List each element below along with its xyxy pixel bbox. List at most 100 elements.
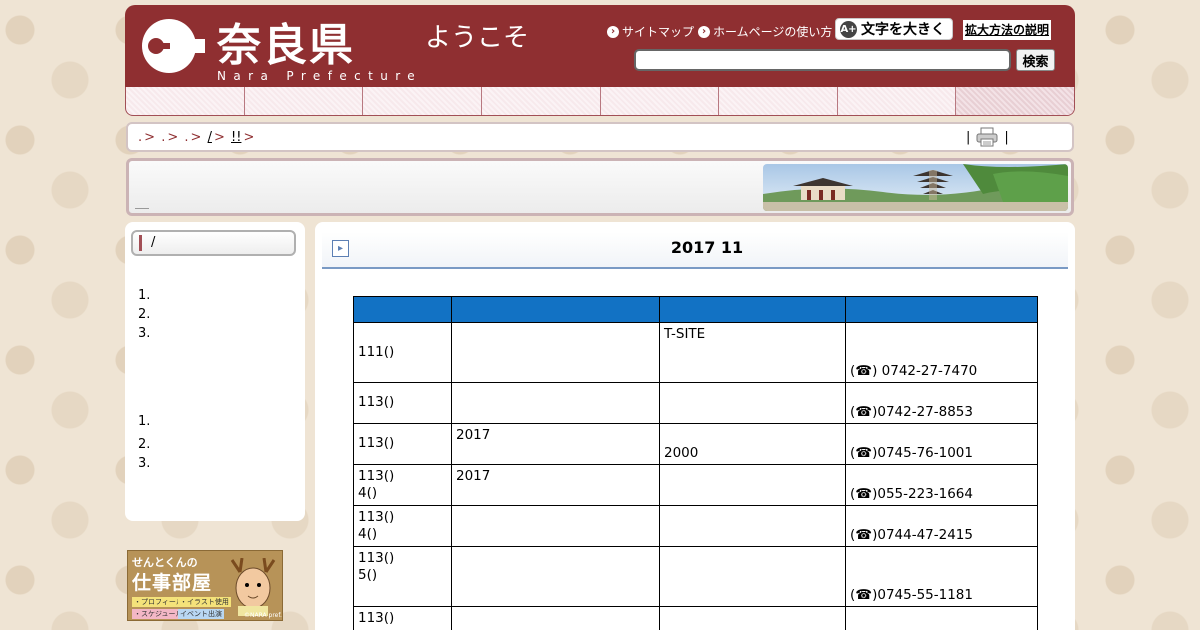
- table-cell: 2017: [451, 423, 660, 465]
- nav-item[interactable]: [482, 87, 601, 115]
- table-cell: [451, 546, 660, 607]
- banner-tag: ・プロフィール: [132, 597, 185, 607]
- nav-item[interactable]: [245, 87, 364, 115]
- table-cell: 2017: [451, 464, 660, 506]
- print-group: | |: [966, 127, 1009, 147]
- sidebar-list: 1. 2. 3.: [138, 288, 150, 345]
- pipe-divider: |: [966, 129, 971, 145]
- breadcrumb-link[interactable]: .: [161, 130, 165, 145]
- cell-date: 113(): [358, 549, 395, 566]
- sidebar-list: 1. 2. 3.: [138, 414, 150, 475]
- page-heading: ▸ 2017 11: [322, 232, 1068, 269]
- main-content: ▸ 2017 11 111() T-SITE (☎) 0742-27-7470 113…: [315, 222, 1075, 630]
- nav-item[interactable]: [363, 87, 482, 115]
- list-item[interactable]: 1.: [138, 414, 150, 437]
- breadcrumb-separator: >: [213, 130, 225, 145]
- list-item[interactable]: 3.: [138, 326, 150, 345]
- nav-item[interactable]: [719, 87, 838, 115]
- breadcrumb-separator: >: [144, 130, 156, 145]
- enlarge-text-label: 文字を大きく: [861, 22, 945, 38]
- breadcrumb-link[interactable]: /: [208, 130, 212, 145]
- cell-date: 111(): [358, 343, 395, 360]
- temple-photo: [763, 164, 1068, 211]
- sentokun-character-icon: [230, 558, 276, 616]
- table-row: 113() 4() (☎)0744-47-2415: [353, 505, 1038, 547]
- nav-item[interactable]: [601, 87, 720, 115]
- enlarge-help-link[interactable]: 拡大方法の説明: [963, 20, 1051, 40]
- pipe-divider: |: [1004, 129, 1009, 145]
- breadcrumb-bar: . > . > . > / > !! > | |: [126, 122, 1074, 152]
- table-cell: (☎)0745-76-1001: [845, 423, 1038, 465]
- logo-subtitle: Nara Prefecture: [217, 69, 423, 83]
- table-row: 113() 2017 2000 (☎)0745-76-1001: [353, 423, 1038, 465]
- banner-tag: ・スケジュール: [132, 609, 185, 619]
- breadcrumb: . > . > . > / > !! >: [138, 130, 256, 145]
- table-cell: 113() 4(): [353, 464, 452, 506]
- table-row: 113() 5() (☎)0745-55-1181: [353, 546, 1038, 607]
- cell-contact: (☎)0745-76-1001: [850, 444, 973, 461]
- nara-logo-icon[interactable]: [139, 17, 205, 75]
- cell-date: 113(): [358, 394, 395, 410]
- column-header: [353, 296, 452, 323]
- list-item[interactable]: 1.: [138, 288, 150, 307]
- sentokun-banner[interactable]: せんとくんの 仕事部屋 ・プロフィール ・イラスト使用 ・スケジュール イベント…: [127, 550, 283, 621]
- cell-date: 113(): [358, 609, 395, 626]
- table-cell: 113(): [353, 606, 452, 630]
- banner-tab: [135, 208, 149, 212]
- table-row: 111() T-SITE (☎) 0742-27-7470: [353, 322, 1038, 383]
- table-cell: (☎)0742-27-8853: [845, 382, 1038, 424]
- table-cell: [451, 382, 660, 424]
- breadcrumb-link[interactable]: .: [138, 130, 142, 145]
- enlarge-text-button[interactable]: A+ 文字を大きく: [835, 18, 953, 40]
- search-input[interactable]: [634, 49, 1011, 71]
- table-row: 113() (☎)0742-27-8853: [353, 382, 1038, 424]
- cell-event-name: 2017: [456, 426, 491, 443]
- cell-contact: (☎)055-223-1664: [850, 485, 973, 502]
- event-table: 111() T-SITE (☎) 0742-27-7470 113() (☎)0742-…: [353, 296, 1038, 630]
- cell-date: 113(): [358, 508, 395, 525]
- text-enlarge-icon: A+: [840, 20, 857, 38]
- welcome-text: ようこそ: [425, 23, 530, 53]
- nav-item-active[interactable]: [956, 87, 1074, 115]
- site-header: 奈良県 Nara Prefecture ようこそ › サイトマップ › ホームペ…: [125, 5, 1075, 87]
- cell-date: 113(): [358, 467, 395, 484]
- table-cell: 113(): [353, 382, 452, 424]
- table-header-row: [353, 296, 1038, 323]
- cell-contact: (☎)0744-47-2415: [850, 526, 973, 543]
- cell-date: 113(): [358, 435, 395, 451]
- table-cell: [659, 606, 846, 630]
- table-cell: [659, 546, 846, 607]
- breadcrumb-link[interactable]: .: [184, 130, 188, 145]
- page-title: 2017 11: [670, 238, 744, 257]
- logo-title[interactable]: 奈良県: [217, 9, 355, 73]
- nav-item[interactable]: [838, 87, 957, 115]
- arrow-right-icon: ›: [607, 25, 619, 38]
- list-item[interactable]: 2.: [138, 437, 150, 456]
- cell-date-weekday: 5(): [358, 566, 378, 583]
- table-cell: (☎)055-223-1664: [845, 464, 1038, 506]
- list-item[interactable]: 3.: [138, 456, 150, 475]
- table-cell: [451, 322, 660, 383]
- table-cell: 2000: [659, 423, 846, 465]
- printer-icon[interactable]: [976, 127, 998, 147]
- sitemap-link[interactable]: › サイトマップ: [607, 23, 694, 40]
- list-item[interactable]: 2.: [138, 307, 150, 326]
- banner-tag: イベント出演: [178, 609, 224, 619]
- table-cell: (☎) 0742-27-7470: [845, 322, 1038, 383]
- table-cell: (☎)0744-47-2415: [845, 505, 1038, 547]
- search-button[interactable]: 検索: [1016, 49, 1055, 71]
- breadcrumb-link[interactable]: !!: [231, 130, 241, 145]
- nav-item[interactable]: [126, 87, 245, 115]
- table-cell: [659, 382, 846, 424]
- table-cell: [451, 606, 660, 630]
- column-header: [845, 296, 1038, 323]
- howto-link[interactable]: › ホームページの使い方: [698, 23, 832, 40]
- table-cell: 113() 5(): [353, 546, 452, 607]
- breadcrumb-separator: >: [243, 130, 255, 145]
- banner-tag: ・イラスト使用: [178, 597, 231, 607]
- cell-event-name: 2017: [456, 467, 491, 484]
- table-cell: [659, 464, 846, 506]
- sidebar: / 1. 2. 3. 1. 2. 3.: [125, 222, 305, 521]
- cell-date-weekday: 4(): [358, 484, 378, 501]
- sidebar-title: /: [131, 230, 296, 256]
